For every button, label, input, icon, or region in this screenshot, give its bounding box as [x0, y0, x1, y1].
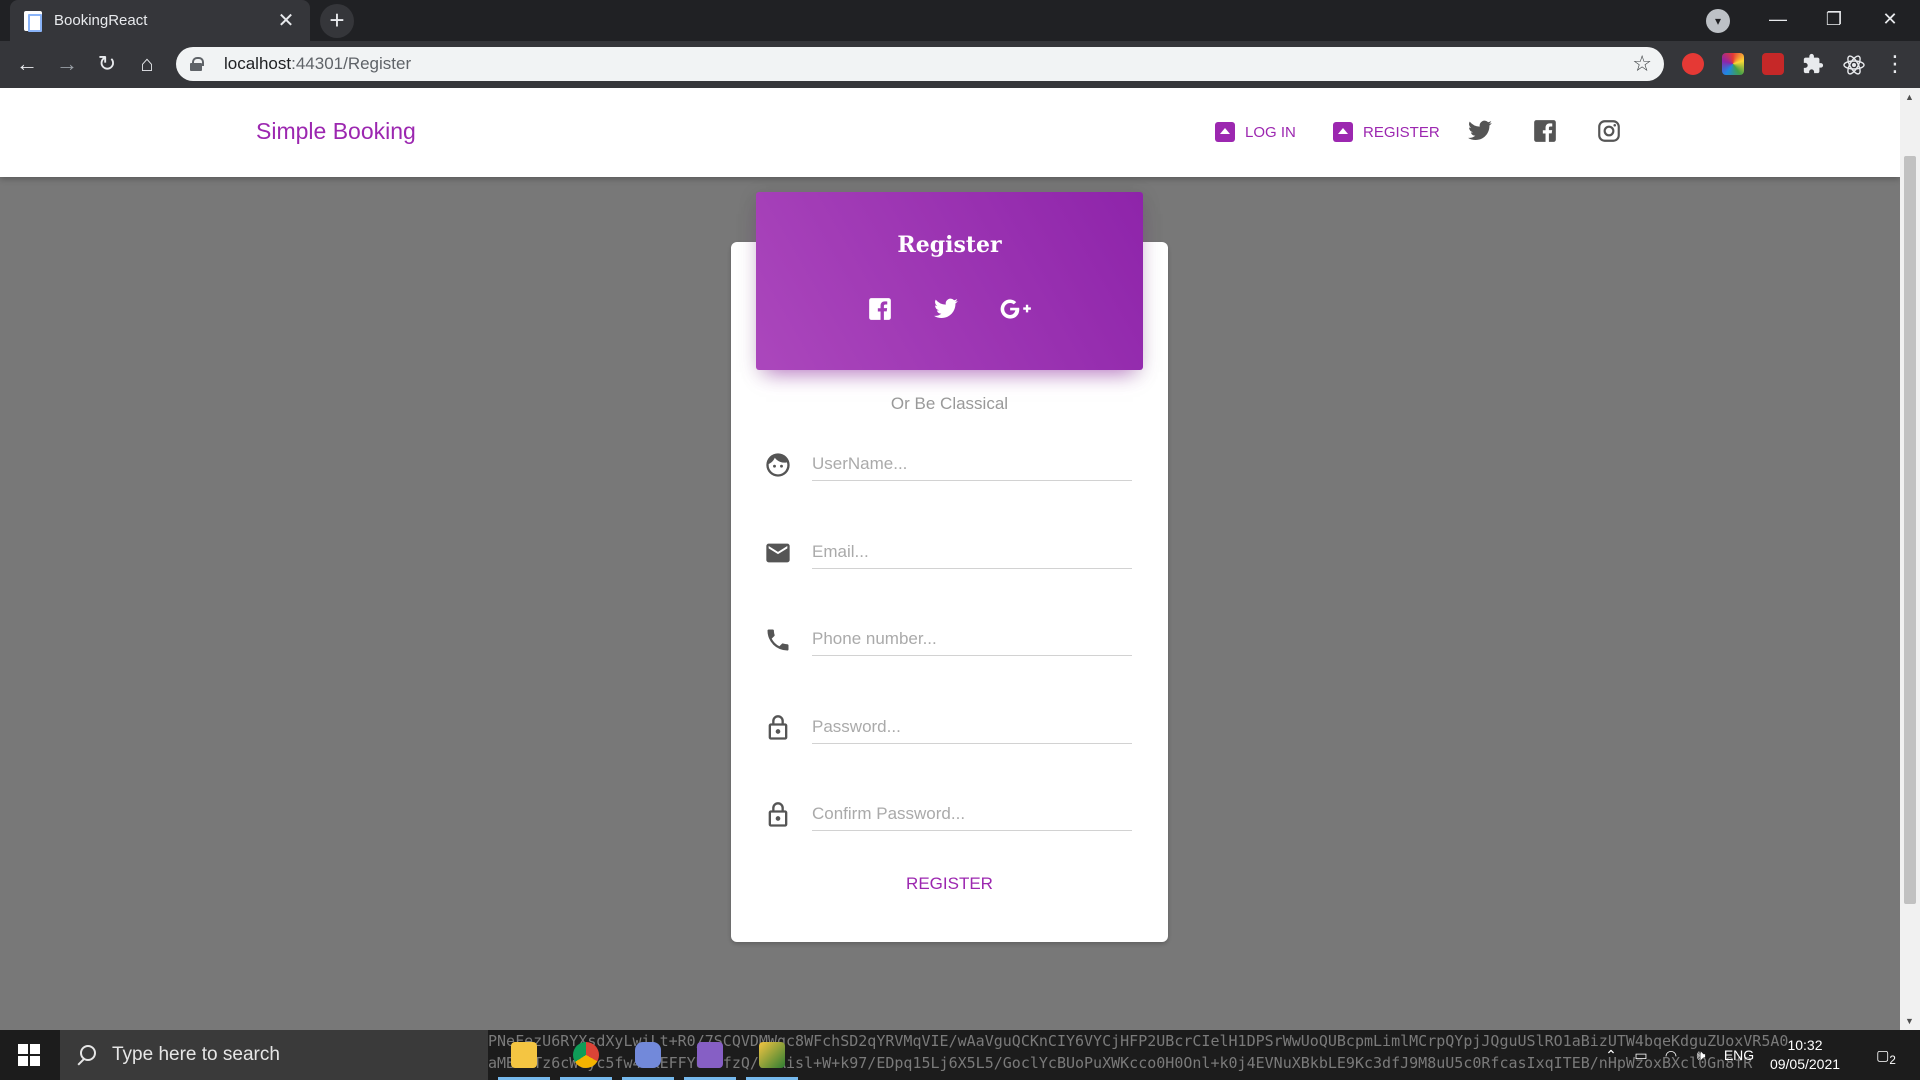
browser-tab[interactable]: BookingReact ✕ — [10, 0, 310, 41]
site-navbar: Simple Booking LOG IN REGISTER — [0, 88, 1900, 177]
wifi-icon[interactable]: ◠ — [1658, 1030, 1684, 1080]
username-field — [764, 439, 1132, 489]
password-input[interactable] — [812, 710, 1132, 744]
folder-icon — [511, 1042, 537, 1068]
volume-icon[interactable]: 🕪 — [1688, 1030, 1714, 1080]
phone-field — [764, 614, 1132, 664]
clock-time: 10:32 — [1787, 1037, 1823, 1053]
lock-icon[interactable] — [190, 57, 204, 71]
tray-expand-icon[interactable]: ⌃ — [1598, 1030, 1624, 1080]
page-viewport: Simple Booking LOG IN REGISTER Register … — [0, 88, 1900, 1030]
nav-login-link[interactable]: LOG IN — [1215, 122, 1296, 142]
chrome-icon — [573, 1042, 599, 1068]
browser-tab-strip: BookingReact ✕ + ▾ — ❐ ✕ — [0, 0, 1920, 41]
windows-start-icon[interactable] — [18, 1044, 40, 1066]
register-submit-button[interactable]: REGISTER — [731, 874, 1168, 894]
login-icon — [1215, 122, 1235, 142]
face-icon — [766, 453, 790, 477]
username-input[interactable] — [812, 447, 1132, 481]
taskbar-search[interactable]: Type here to search — [60, 1030, 488, 1080]
mail-icon — [766, 543, 790, 563]
google-plus-icon[interactable] — [999, 296, 1033, 322]
taskbar-search-placeholder: Type here to search — [112, 1044, 280, 1065]
notification-icon: ▢ — [1876, 1047, 1890, 1063]
language-indicator[interactable]: ENG — [1722, 1030, 1756, 1080]
back-arrow-icon[interactable]: ← — [12, 49, 42, 79]
tab-close-icon[interactable]: ✕ — [276, 8, 296, 33]
windows-taskbar: Type here to search PNeFezU6RYXsdXyLwiLt… — [0, 1030, 1920, 1080]
facebook-icon[interactable] — [1532, 118, 1558, 144]
register-icon — [1333, 122, 1353, 142]
page-favicon-icon — [24, 10, 42, 32]
browser-toolbar: ← → ↻ ⌂ localhost:44301/Register ☆ ⋮ — [0, 41, 1920, 88]
scroll-down-arrow-icon[interactable]: ▼ — [1905, 1016, 1914, 1026]
page-scrollbar[interactable]: ▲ ▼ — [1900, 88, 1920, 1030]
bookmark-star-icon[interactable]: ☆ — [1632, 51, 1652, 77]
password-field — [764, 702, 1132, 752]
taskbar-clock[interactable]: 10:32 09/05/2021 — [1760, 1036, 1850, 1074]
instagram-icon[interactable] — [1596, 118, 1622, 144]
nav-register-label: REGISTER — [1363, 123, 1440, 141]
search-icon — [76, 1045, 96, 1065]
discord-icon — [635, 1042, 661, 1068]
battery-icon[interactable]: ▭ — [1628, 1030, 1654, 1080]
lock-icon — [768, 715, 788, 740]
visual-studio-icon — [697, 1042, 723, 1068]
url-path: :44301/Register — [291, 54, 412, 73]
notification-count: 2 — [1889, 1053, 1896, 1067]
extensions-puzzle-icon[interactable] — [1802, 53, 1824, 75]
twitter-icon[interactable] — [933, 296, 959, 322]
card-header: Register — [756, 192, 1143, 370]
email-field — [764, 527, 1132, 577]
confirm-password-input[interactable] — [812, 797, 1132, 831]
file-explorer-taskbar-icon[interactable] — [494, 1030, 554, 1080]
restore-button[interactable]: ❐ — [1806, 0, 1862, 38]
code-tool-taskbar-icon[interactable] — [742, 1030, 802, 1080]
nav-login-label: LOG IN — [1245, 123, 1296, 141]
facebook-icon[interactable] — [867, 296, 893, 322]
chrome-taskbar-icon[interactable] — [556, 1030, 616, 1080]
tab-search-icon[interactable]: ▾ — [1706, 9, 1730, 33]
code-tool-icon — [759, 1042, 785, 1068]
clock-date: 09/05/2021 — [1769, 1056, 1841, 1072]
address-bar[interactable]: localhost:44301/Register ☆ — [176, 47, 1664, 81]
reload-icon[interactable]: ↻ — [92, 49, 122, 79]
twitter-icon[interactable] — [1467, 118, 1493, 144]
confirm-password-field — [764, 789, 1132, 839]
new-tab-button[interactable]: + — [320, 4, 354, 38]
home-icon[interactable]: ⌂ — [132, 49, 162, 79]
adblock-extension-icon[interactable] — [1682, 53, 1704, 75]
react-devtools-icon[interactable] — [1842, 53, 1865, 75]
brand-link[interactable]: Simple Booking — [256, 118, 416, 145]
nav-register-link[interactable]: REGISTER — [1333, 122, 1440, 142]
tab-title: BookingReact — [54, 12, 148, 29]
visual-studio-taskbar-icon[interactable] — [680, 1030, 740, 1080]
card-subtitle: Or Be Classical — [890, 394, 1009, 413]
scroll-up-arrow-icon[interactable]: ▲ — [1905, 92, 1914, 102]
browser-menu-icon[interactable]: ⋮ — [1880, 49, 1910, 79]
url-host: localhost — [224, 54, 292, 73]
phone-input[interactable] — [812, 622, 1132, 656]
screenshot-extension-icon[interactable] — [1762, 53, 1784, 75]
phone-icon — [767, 629, 789, 651]
color-picker-extension-icon[interactable] — [1722, 53, 1744, 75]
scrollbar-thumb[interactable] — [1904, 156, 1916, 904]
lock-icon — [768, 802, 788, 827]
minimize-button[interactable]: — — [1750, 0, 1806, 38]
discord-taskbar-icon[interactable] — [618, 1030, 678, 1080]
forward-arrow-icon[interactable]: → — [52, 49, 82, 79]
card-title: Register — [897, 232, 1002, 258]
action-center-button[interactable]: ▢2 — [1866, 1030, 1906, 1080]
window-close-button[interactable]: ✕ — [1862, 0, 1918, 38]
card-social-buttons — [756, 296, 1143, 322]
email-input[interactable] — [812, 535, 1132, 569]
